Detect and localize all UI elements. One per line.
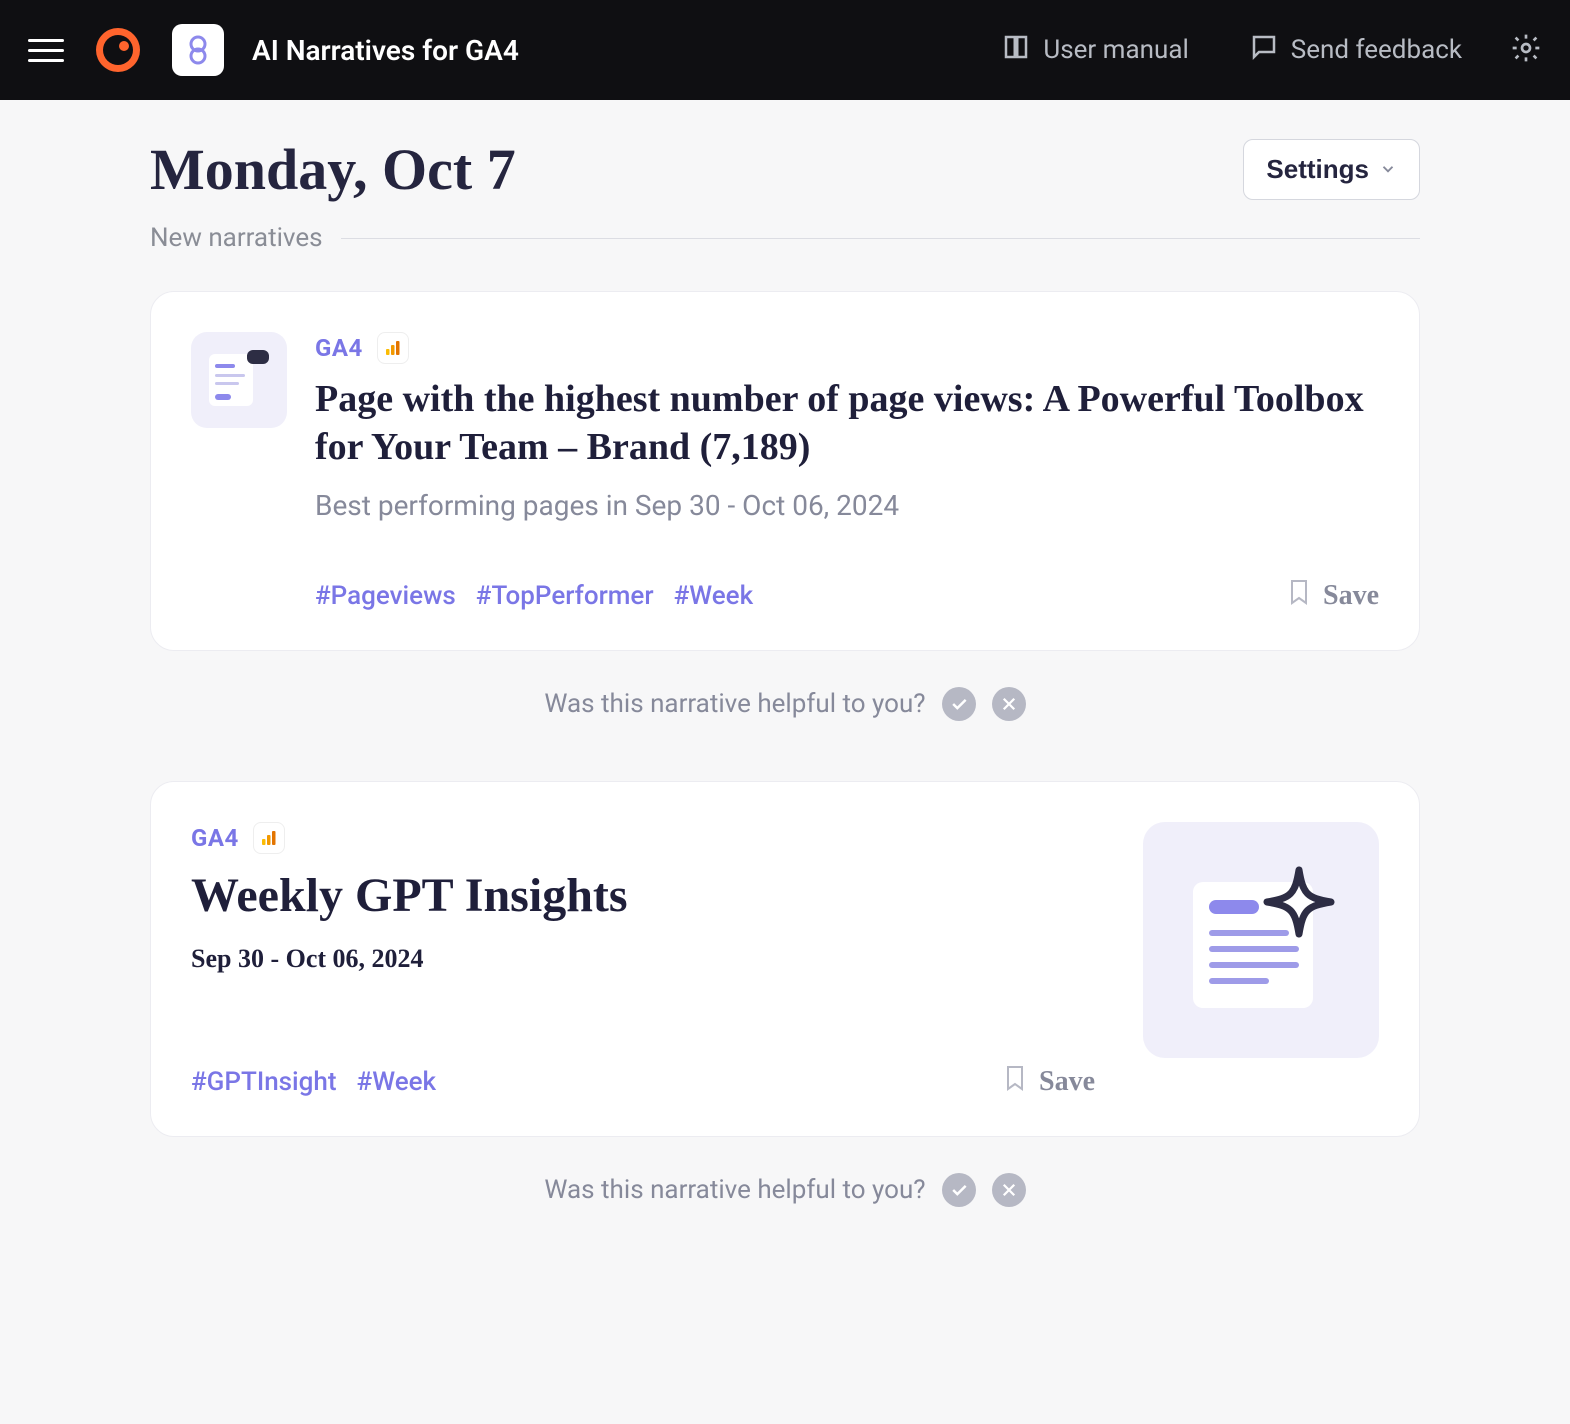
menu-button[interactable] — [28, 32, 64, 68]
tag[interactable]: #Week — [357, 1067, 437, 1097]
card-subtitle: Best performing pages in Sep 30 - Oct 06… — [315, 489, 1379, 522]
tag[interactable]: #TopPerformer — [476, 581, 654, 611]
tag[interactable]: #GPTInsight — [191, 1067, 337, 1097]
book-icon — [1001, 32, 1031, 69]
page-title: Monday, Oct 7 — [150, 136, 516, 203]
divider — [341, 238, 1420, 239]
helpful-prompt-text: Was this narrative helpful to you? — [544, 1175, 925, 1205]
helpful-prompt-text: Was this narrative helpful to you? — [544, 689, 925, 719]
card-title: Page with the highest number of page vie… — [315, 376, 1379, 471]
chevron-down-icon — [1379, 154, 1397, 185]
main-content: Monday, Oct 7 Settings New narratives — [0, 100, 1570, 1277]
card-title: Weekly GPT Insights — [191, 866, 1095, 926]
card-thumbnail — [191, 332, 287, 428]
brand-logo-icon[interactable] — [92, 24, 144, 76]
helpful-prompt: Was this narrative helpful to you? — [150, 687, 1420, 721]
helpful-yes-button[interactable] — [942, 687, 976, 721]
tag[interactable]: #Pageviews — [315, 581, 456, 611]
card-date: Sep 30 - Oct 06, 2024 — [191, 944, 1095, 974]
helpful-no-button[interactable] — [992, 1173, 1026, 1207]
helpful-no-button[interactable] — [992, 687, 1026, 721]
save-button[interactable]: Save — [1003, 1064, 1095, 1100]
app-logo-icon — [172, 24, 224, 76]
save-button[interactable]: Save — [1287, 578, 1379, 614]
send-feedback-link[interactable]: Send feedback — [1249, 32, 1462, 69]
helpful-yes-button[interactable] — [942, 1173, 976, 1207]
source-label: GA4 — [191, 824, 239, 852]
bookmark-icon — [1003, 1064, 1027, 1100]
user-manual-label: User manual — [1043, 35, 1188, 65]
tag-list: #Pageviews #TopPerformer #Week — [315, 581, 753, 611]
app-title: AI Narratives for GA4 — [252, 34, 519, 67]
analytics-icon — [377, 332, 409, 364]
app-header: AI Narratives for GA4 User manual Send f… — [0, 0, 1570, 100]
settings-gear-icon[interactable] — [1510, 32, 1542, 68]
bookmark-icon — [1287, 578, 1311, 614]
narrative-card[interactable]: GA4 Page with the highest number of page… — [150, 291, 1420, 651]
section-label: New narratives — [150, 223, 323, 253]
settings-button-label: Settings — [1266, 154, 1369, 185]
tag-list: #GPTInsight #Week — [191, 1067, 436, 1097]
send-feedback-label: Send feedback — [1291, 35, 1462, 65]
save-label: Save — [1323, 580, 1379, 612]
user-manual-link[interactable]: User manual — [1001, 32, 1188, 69]
analytics-icon — [253, 822, 285, 854]
save-label: Save — [1039, 1066, 1095, 1098]
narrative-card[interactable]: GA4 Weekly GPT Insights Sep 30 - Oct 06,… — [150, 781, 1420, 1137]
settings-button[interactable]: Settings — [1243, 139, 1420, 200]
card-illustration — [1143, 822, 1379, 1058]
helpful-prompt: Was this narrative helpful to you? — [150, 1173, 1420, 1207]
chat-icon — [1249, 32, 1279, 69]
source-label: GA4 — [315, 334, 363, 362]
tag[interactable]: #Week — [674, 581, 754, 611]
